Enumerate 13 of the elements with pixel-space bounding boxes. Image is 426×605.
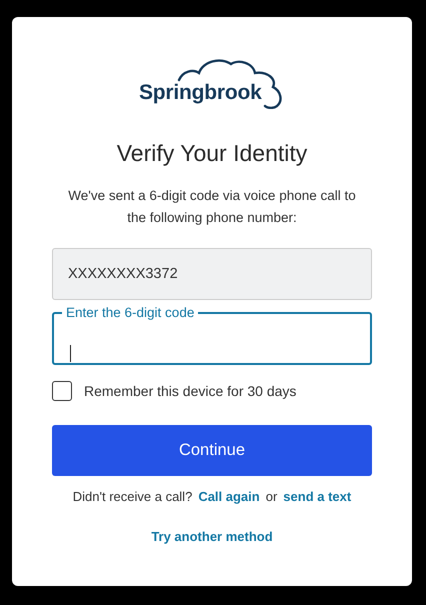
separator-text: or [266,489,278,504]
prompt-text: Didn't receive a call? [72,489,192,504]
checkbox[interactable] [52,381,72,401]
try-another-method-link[interactable]: Try another method [151,529,273,544]
call-again-link[interactable]: Call again [198,489,260,504]
code-field[interactable]: Enter the 6-digit code [52,305,372,365]
description-text: We've sent a 6-digit code via voice phone call to the following phone number: [67,187,357,227]
logo-text: Springbrook [139,81,262,105]
send-text-link[interactable]: send a text [283,489,352,504]
checkbox-label: Remember this device for 30 days [84,383,296,399]
text-cursor-icon [70,345,71,362]
continue-button[interactable]: Continue [52,425,372,476]
page-title: Verify Your Identity [116,139,308,167]
